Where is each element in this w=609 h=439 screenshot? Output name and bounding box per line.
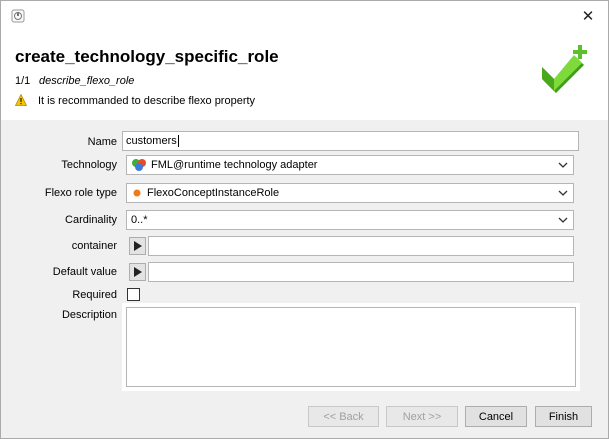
cardinality-label: Cardinality (65, 214, 117, 226)
description-frame (122, 303, 580, 391)
dialog-window: ✕ create_technology_specific_role 1/1 de… (0, 0, 609, 439)
chevron-down-icon (558, 162, 568, 168)
required-label: Required (72, 289, 117, 301)
technology-adapter-icon (132, 159, 146, 172)
required-checkbox[interactable] (127, 288, 140, 301)
description-label: Description (61, 309, 117, 321)
flexo-role-type-label: Flexo role type (44, 187, 117, 199)
technology-select[interactable]: FML@runtime technology adapter (126, 155, 574, 175)
step-counter: 1/1 (15, 75, 31, 87)
technology-value: FML@runtime technology adapter (151, 159, 318, 171)
cardinality-value: 0..* (131, 214, 148, 226)
default-value-input[interactable] (148, 262, 574, 282)
step-name: describe_flexo_role (39, 75, 135, 87)
app-icon (11, 9, 25, 23)
name-label: Name (87, 136, 117, 148)
container-input[interactable] (148, 236, 574, 256)
flexo-role-type-value: FlexoConceptInstanceRole (147, 187, 280, 199)
name-input[interactable]: customers (122, 131, 579, 151)
flexo-concept-icon (133, 189, 141, 197)
chevron-down-icon (558, 217, 568, 223)
warning-message: It is recommanded to describe flexo prop… (38, 95, 256, 107)
next-button[interactable]: Next >> (386, 406, 458, 427)
finish-button[interactable]: Finish (535, 406, 592, 427)
cancel-button[interactable]: Cancel (465, 406, 527, 427)
warning-icon (15, 94, 27, 106)
default-value-binding-button[interactable] (129, 263, 146, 281)
technology-label: Technology (61, 159, 117, 171)
close-button[interactable]: ✕ (575, 5, 601, 27)
cardinality-select[interactable]: 0..* (126, 210, 574, 230)
container-label: container (71, 240, 117, 252)
title-bar: ✕ (1, 1, 608, 31)
play-icon (134, 241, 142, 251)
dialog-title: create_technology_specific_role (15, 47, 279, 66)
wizard-header: create_technology_specific_role 1/1 desc… (1, 31, 608, 120)
description-textarea[interactable] (126, 307, 576, 387)
back-button[interactable]: << Back (308, 406, 379, 427)
chevron-down-icon (558, 190, 568, 196)
play-icon (134, 267, 142, 277)
flexo-role-type-select[interactable]: FlexoConceptInstanceRole (126, 183, 574, 203)
default-value-label: Default value (52, 266, 117, 278)
add-role-logo-icon (542, 45, 587, 93)
name-input-value: customers (126, 135, 177, 147)
container-binding-button[interactable] (129, 237, 146, 255)
